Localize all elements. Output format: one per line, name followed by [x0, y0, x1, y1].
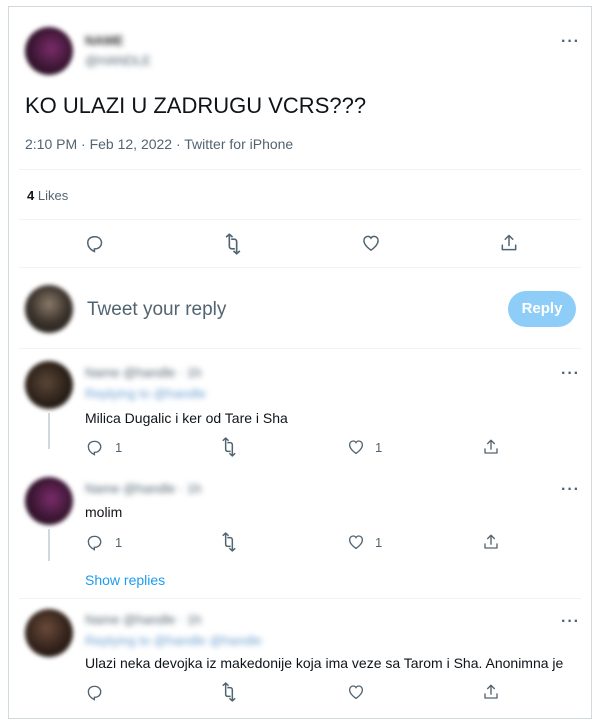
reply-avatar[interactable] — [25, 609, 73, 657]
current-user-avatar — [25, 285, 73, 333]
reply-icon[interactable] — [85, 683, 103, 701]
author-handle[interactable]: @HANDLE — [85, 53, 151, 68]
likes-count: 4 — [27, 188, 35, 203]
reply-text: Ulazi neka devojka iz makedonije koja im… — [85, 655, 564, 671]
tweet-text: KO ULAZI U ZADRUGU VCRS??? — [25, 93, 367, 118]
reply-text: Milica Dugalic i ker od Tare i Sha — [85, 410, 288, 426]
tweet-meta[interactable]: 2:10 PM · Feb 12, 2022 · Twitter for iPh… — [25, 136, 293, 152]
reply-icon[interactable] — [85, 438, 103, 456]
replying-to[interactable]: Replying to @handle @handle — [85, 633, 262, 648]
show-replies-link[interactable]: Show replies — [85, 572, 165, 588]
like-count: 1 — [375, 440, 383, 455]
reply-author[interactable]: Name @handle · 1h — [85, 365, 202, 380]
thread-line — [48, 413, 50, 449]
likes-label: Likes — [37, 188, 69, 203]
reply-count: 1 — [115, 440, 123, 455]
share-icon[interactable] — [499, 233, 519, 253]
author-avatar[interactable] — [25, 27, 73, 75]
reply-input[interactable]: Tweet your reply — [87, 299, 487, 321]
replying-to[interactable]: Replying to @handle — [85, 386, 206, 401]
share-icon[interactable] — [482, 683, 500, 701]
like-count: 1 — [375, 535, 383, 550]
likes-stat[interactable]: 4 Likes — [27, 188, 68, 203]
reply-icon[interactable] — [84, 233, 104, 253]
more-icon[interactable]: ··· — [561, 481, 580, 499]
reply-author[interactable]: Name @handle · 1h — [85, 612, 202, 627]
author-name[interactable]: NAME — [85, 33, 123, 48]
more-icon[interactable]: ··· — [561, 365, 580, 383]
tweet-thread-window: NAME @HANDLE ··· KO ULAZI U ZADRUGU VCRS… — [8, 6, 592, 719]
share-icon[interactable] — [482, 533, 500, 551]
like-icon[interactable] — [361, 233, 381, 253]
reply-button[interactable]: Reply — [508, 291, 576, 327]
retweet-icon[interactable] — [219, 437, 239, 457]
retweet-icon[interactable] — [219, 532, 239, 552]
more-icon[interactable]: ··· — [561, 33, 580, 51]
reply-avatar[interactable] — [25, 361, 73, 409]
reply-text: molim — [85, 504, 123, 520]
share-icon[interactable] — [482, 438, 500, 456]
like-icon[interactable] — [347, 533, 365, 551]
retweet-icon[interactable] — [219, 682, 239, 702]
reply-icon[interactable] — [85, 533, 103, 551]
retweet-icon[interactable] — [222, 233, 244, 255]
reply-author[interactable]: Name @handle · 1h — [85, 481, 202, 496]
reply-count: 1 — [115, 535, 123, 550]
like-icon[interactable] — [347, 683, 365, 701]
thread-line — [48, 529, 50, 561]
like-icon[interactable] — [347, 438, 365, 456]
reply-avatar[interactable] — [25, 477, 73, 525]
more-icon[interactable]: ··· — [561, 613, 580, 631]
